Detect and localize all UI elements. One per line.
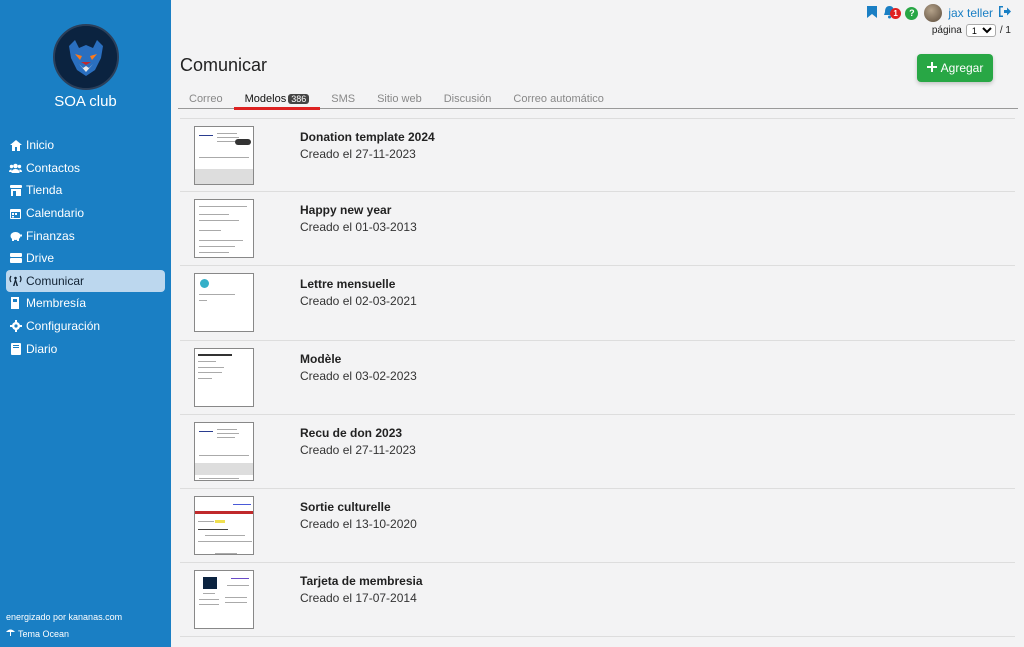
template-thumbnail[interactable] (194, 421, 254, 481)
template-date: Creado el 02-03-2021 (300, 294, 417, 309)
page-select[interactable]: 1 (965, 24, 996, 37)
drive-icon (9, 252, 22, 264)
template-title[interactable]: Donation template 2024 (300, 130, 435, 144)
tab-bar: Correo Modelos 386 SMS Sitio web Discusió… (178, 92, 1018, 110)
gear-icon (9, 320, 22, 333)
template-date: Creado el 27-11-2023 (300, 442, 416, 457)
template-list: Donation template 2024 Creado el 27-11-2… (180, 118, 1015, 638)
sidebar-item-drive[interactable]: Drive (6, 247, 165, 270)
sidebar-item-label: Comunicar (26, 273, 85, 288)
template-thumbnail[interactable] (194, 273, 254, 333)
template-date: Creado el 01-03-2013 (300, 220, 417, 235)
sidebar-item-finanzas[interactable]: Finanzas (6, 224, 165, 247)
powered-by-link[interactable]: energizado por kananas.com (6, 612, 122, 622)
sidebar-item-label: Membresía (26, 296, 87, 311)
page-total: / 1 (999, 25, 1011, 36)
sidebar-item-diario[interactable]: Diario (6, 337, 165, 360)
pagination: página 1 / 1 (932, 24, 1011, 37)
add-button-label: Agregar (940, 61, 984, 75)
sidebar-item-label: Finanzas (26, 228, 75, 243)
home-icon (9, 139, 22, 151)
template-thumbnail[interactable] (194, 126, 254, 185)
notifications-button[interactable]: 1 (883, 5, 901, 21)
club-logo[interactable] (53, 24, 119, 90)
template-title[interactable]: Sortie culturelle (300, 500, 391, 514)
sidebar-item-membresia[interactable]: Membresía (6, 292, 165, 315)
page-title: Comunicar (180, 55, 268, 75)
tab-sitio-web[interactable]: Sitio web (366, 92, 433, 108)
calendar-icon (9, 207, 22, 219)
template-title[interactable]: Recu de don 2023 (300, 426, 402, 440)
tab-correo-automatico[interactable]: Correo automático (502, 92, 615, 108)
list-item[interactable]: Sortie culturelle Creado el 13-10-2020 (180, 489, 1015, 564)
tab-label: Correo automático (513, 93, 604, 105)
sidebar-item-comunicar[interactable]: Comunicar (6, 269, 165, 293)
tab-label: Correo (189, 93, 223, 105)
template-thumbnail[interactable] (194, 570, 254, 630)
template-date: Creado el 13-10-2020 (300, 516, 417, 531)
users-icon (9, 162, 22, 174)
add-button[interactable]: Agregar (917, 54, 993, 82)
theme-label: Tema Ocean (18, 628, 70, 639)
template-date: Creado el 03-02-2023 (300, 368, 417, 383)
sidebar-item-label: Inicio (26, 138, 55, 153)
sidebar-item-tienda[interactable]: Tienda (6, 179, 165, 202)
top-bar: 1 ? jax teller (867, 4, 1011, 22)
page-label: página (931, 25, 962, 36)
sidebar-item-label: Diario (26, 341, 58, 356)
template-thumbnail[interactable] (194, 199, 254, 259)
sidebar-item-label: Calendario (26, 206, 85, 221)
tab-label: SMS (331, 93, 356, 105)
avatar[interactable] (924, 4, 943, 22)
template-title[interactable]: Modèle (300, 352, 341, 366)
template-title[interactable]: Happy new year (300, 203, 391, 217)
tab-correo[interactable]: Correo (178, 92, 234, 108)
sidebar-item-calendario[interactable]: Calendario (6, 202, 165, 225)
notification-count-badge: 1 (890, 8, 901, 19)
sidebar-item-contactos[interactable]: Contactos (6, 157, 165, 180)
tab-label: Sitio web (377, 93, 422, 105)
sidebar-item-inicio[interactable]: Inicio (6, 134, 165, 157)
plus-icon (926, 61, 937, 75)
id-card-icon (9, 297, 22, 310)
help-icon[interactable]: ? (905, 6, 919, 20)
sidebar-item-configuracion[interactable]: Configuración (6, 315, 165, 338)
sidebar: SOA club Inicio Contactos Tienda Calenda… (0, 0, 171, 647)
username-link[interactable]: jax teller (948, 6, 993, 20)
template-title[interactable]: Lettre mensuelle (300, 277, 395, 291)
umbrella-icon (6, 628, 15, 639)
templates-count-badge: 386 (288, 94, 310, 104)
book-icon (9, 342, 22, 355)
broadcast-icon (9, 275, 22, 287)
store-icon (9, 184, 22, 196)
tab-modelos[interactable]: Modelos 386 (233, 92, 321, 110)
template-title[interactable]: Tarjeta de membresia (300, 574, 423, 588)
sidebar-item-label: Configuración (26, 319, 101, 334)
logout-icon[interactable] (999, 6, 1011, 20)
list-item[interactable]: Modèle Creado el 03-02-2023 (180, 341, 1015, 415)
tab-discusion[interactable]: Discusión (433, 92, 503, 108)
sidebar-item-label: Drive (26, 251, 55, 266)
list-item[interactable]: Happy new year Creado el 01-03-2013 (180, 192, 1015, 267)
template-date: Creado el 27-11-2023 (300, 147, 416, 161)
list-item[interactable]: Tarjeta de membresia Creado el 17-07-201… (180, 563, 1015, 638)
main-nav: Inicio Contactos Tienda Calendario Finan… (6, 134, 165, 360)
piggy-bank-icon (9, 230, 22, 242)
theme-selector[interactable]: Tema Ocean (6, 628, 69, 639)
list-item[interactable]: Lettre mensuelle Creado el 02-03-2021 (180, 266, 1015, 341)
tab-label: Discusión (443, 93, 492, 105)
bookmark-icon[interactable] (867, 5, 878, 21)
sidebar-item-label: Contactos (26, 160, 81, 175)
sidebar-item-label: Tienda (26, 183, 63, 198)
club-name: SOA club (54, 93, 117, 110)
template-thumbnail[interactable] (194, 495, 254, 555)
list-item[interactable]: Recu de don 2023 Creado el 27-11-2023 (180, 415, 1015, 489)
tab-label: Modelos (244, 93, 287, 105)
template-date: Creado el 17-07-2014 (300, 591, 417, 606)
template-thumbnail[interactable] (194, 347, 254, 407)
list-item[interactable]: Donation template 2024 Creado el 27-11-2… (180, 118, 1015, 193)
tab-sms[interactable]: SMS (320, 92, 366, 108)
